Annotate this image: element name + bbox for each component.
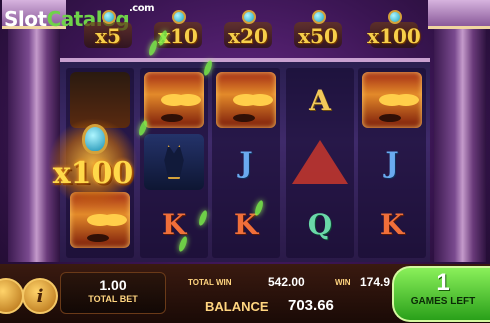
logo-slot-text: Slot [4,7,47,31]
games-left-label: GAMES LEFT [410,296,476,307]
symbol-j: J [239,145,253,179]
total-win-value: 542.00 [268,275,305,289]
reel-2: K [140,68,208,258]
total-bet-box[interactable]: 1.00 TOTAL BET [60,272,166,314]
multiplier-x100: x100 [366,10,422,50]
multiplier-label: x20 [228,24,268,48]
symbol-a: A [309,83,331,117]
win-value: 174.9 [360,275,391,289]
info-icon: i [36,285,44,307]
symbol-k: K [379,207,405,241]
multiplier-label: x5 [95,24,121,48]
wild-multiplier-value: x100 [52,155,134,191]
gem-icon [388,10,402,24]
info-button[interactable]: i [22,278,58,314]
symbol-q: Q [307,207,333,241]
games-left-count: 1 [436,269,450,296]
multiplier-x5: x5 [80,10,136,50]
gem-icon [172,10,186,24]
gem-icon [82,124,108,154]
gem-icon [242,10,256,24]
total-win-label: TOTAL WIN [188,278,232,287]
symbol-k: K [233,207,259,241]
multiplier-label: x50 [298,24,338,48]
gem-icon [102,10,116,24]
reel-5: J K [358,68,426,258]
balance-label: BALANCE [205,299,269,314]
multiplier-x50: x50 [290,10,346,50]
symbol-horus [362,72,422,128]
games-left-badge: 1 GAMES LEFT [392,266,490,322]
symbol-horus [144,72,204,128]
gem-icon [312,10,326,24]
reel-3: J K [212,68,280,258]
wild-multiplier-symbol: x100 [48,118,138,208]
multiplier-label: x100 [367,24,421,48]
multiplier-x20: x20 [220,10,276,50]
symbol-horus [216,72,276,128]
total-bet-value: 1.00 [99,277,127,293]
symbol-pyramid [290,134,350,190]
symbol-j: J [385,145,399,179]
reel-4: A Q [286,68,354,258]
symbol-k: K [161,207,187,241]
right-pillar [428,0,490,262]
total-bet-label: TOTAL BET [88,294,138,304]
symbol-anubis [144,134,204,190]
multiplier-track: x5 x10 x20 x50 x100 [80,6,430,50]
win-label: WIN [335,278,351,287]
balance-value: 703.66 [288,297,334,314]
